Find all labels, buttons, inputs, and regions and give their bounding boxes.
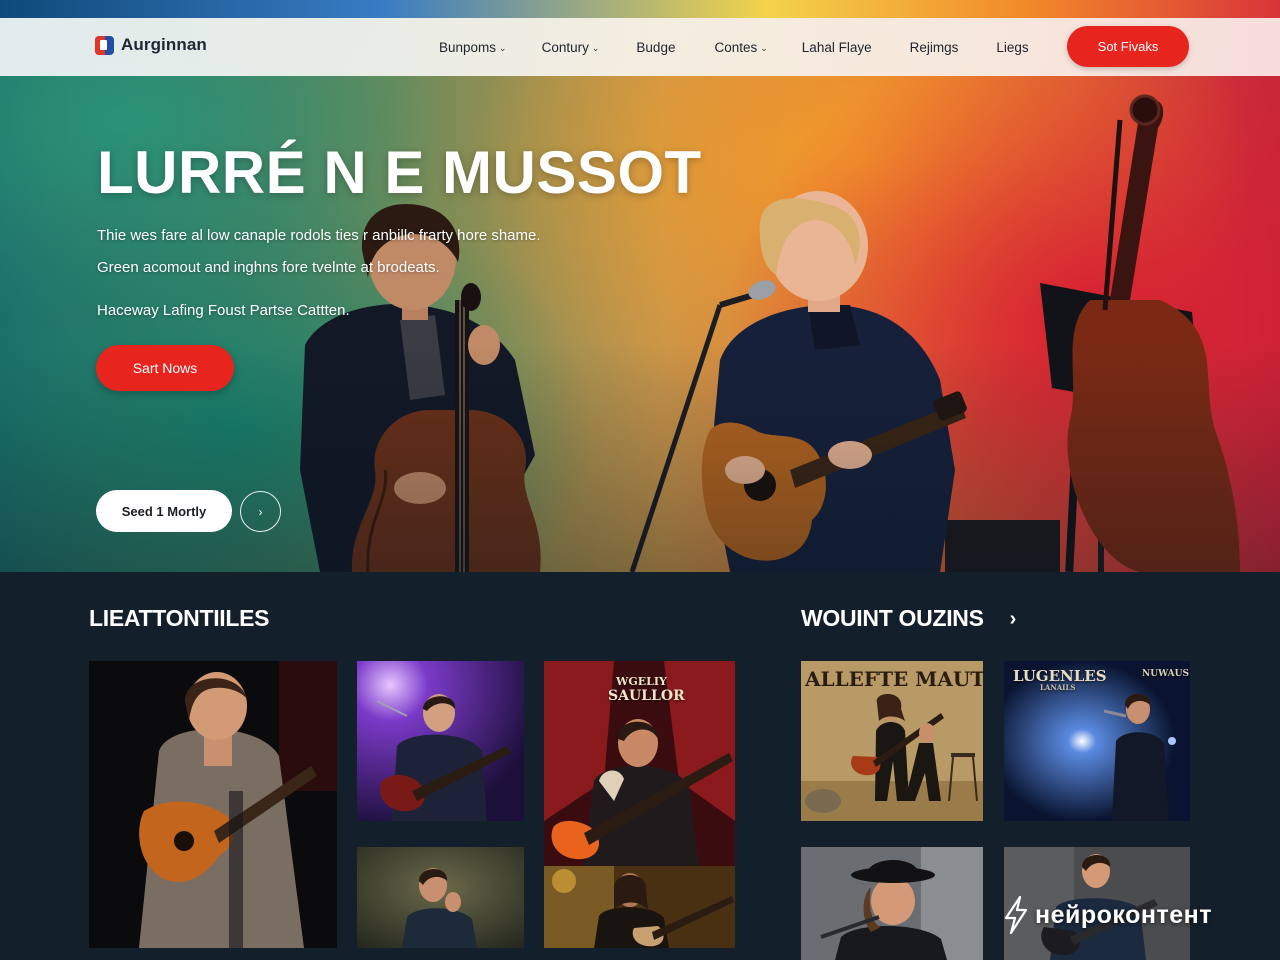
watermark: нейроконтент (1003, 896, 1212, 934)
hero-description-line-2: Green acomout and inghns fore tvelnte at… (97, 259, 440, 276)
nav-item-label: Lahal Flaye (801, 39, 872, 55)
brand-name: Aurginnan (121, 35, 207, 54)
play-icon-button[interactable]: › (240, 491, 281, 532)
gallery-tile-man-in-hat[interactable] (801, 847, 983, 960)
top-navbar: Aurginnan Bunpoms ⌄ Contury ⌄ Budge Contes… (0, 18, 1280, 76)
section-title-left: LIEATTONTIILES (89, 605, 270, 631)
nav-item-label: Rejimgs (909, 39, 959, 55)
tile-image (357, 661, 524, 821)
tile-caption-right: NUWAUS (1142, 669, 1189, 679)
watermark-text: нейроконтент (1035, 900, 1212, 929)
hero-vignette (0, 0, 1280, 572)
nav-item-budge[interactable]: Budge (636, 40, 675, 55)
hero-description-line-1: Thie wes fare al low canaple rodols ties… (97, 227, 541, 244)
gallery-tile-thinking-man[interactable] (357, 847, 524, 948)
lightning-icon (1004, 896, 1028, 934)
chevron-right-icon[interactable]: › (1003, 606, 1023, 632)
nav-cta-button[interactable]: Sot Fivaks (1067, 26, 1189, 67)
gallery-tile-vintage-poster[interactable]: ALLEFTE MAUTERS (801, 661, 983, 821)
tile-image (801, 847, 983, 960)
chevron-down-icon: ⌄ (760, 42, 768, 53)
nav-item-contury[interactable]: Contury ⌄ (542, 40, 600, 55)
tile-caption-line-1: WGELIY (616, 675, 667, 688)
tile-image (89, 661, 337, 948)
hero-tagline: Haceway Lafing Foust Partse Cattten. (97, 302, 350, 319)
nav-links: Bunpoms ⌄ Contury ⌄ Budge Contes ⌄ Lahal Fl… (439, 18, 1029, 76)
nav-item-rejimgs[interactable]: Rejimgs (910, 40, 959, 55)
nav-item-liegs[interactable]: Liegs (996, 40, 1028, 55)
nav-item-contes[interactable]: Contes ⌄ (714, 40, 767, 55)
gallery-tile-spotlight-singer[interactable]: LUGENLES LANAILS NUWAUS (1004, 661, 1190, 821)
nav-item-label: Budge (636, 39, 676, 55)
section-title-right: WOUINT OUZINS (801, 605, 984, 631)
chevron-down-icon: ⌄ (499, 42, 507, 53)
nav-item-bunpoms[interactable]: Bunpoms ⌄ (439, 40, 507, 55)
top-color-strip (0, 0, 1280, 18)
tile-image (357, 847, 524, 948)
play-icon: › (258, 504, 263, 519)
tile-caption-legends-sub: LANAILS (1040, 683, 1076, 692)
nav-item-label: Contury (541, 39, 589, 55)
gallery-tile-purple-stage[interactable] (357, 661, 524, 821)
chevron-down-icon: ⌄ (591, 42, 600, 53)
gallery-tile-warm-guitarist[interactable] (544, 866, 735, 948)
gallery-tile-guitarist-large[interactable] (89, 661, 337, 948)
nav-item-label: Liegs (996, 39, 1029, 55)
brand-logo-icon (95, 35, 114, 55)
hero-banner: LURRÉ N E MUSSOT Thie wes fare al low ca… (0, 0, 1280, 572)
tile-caption-line-2: SAULLOR (608, 688, 685, 704)
tile-caption-vintage: ALLEFTE MAUTERS (805, 667, 983, 691)
tile-image (544, 866, 735, 948)
nav-item-lahal-flaye[interactable]: Lahal Flaye (802, 40, 872, 55)
nav-item-label: Bunpoms (439, 39, 497, 55)
hero-title: LURRÉ N E MUSSOT (97, 139, 702, 206)
secondary-cta-button[interactable]: Seed 1 Mortly (96, 490, 232, 532)
nav-item-label: Contes (714, 39, 758, 55)
gallery-tile-red-poster[interactable]: WGELIY SAULLOR (544, 661, 735, 866)
start-now-button[interactable]: Sart Nows (96, 345, 234, 391)
brand[interactable]: Aurginnan (95, 35, 207, 55)
tile-image (1004, 661, 1190, 821)
